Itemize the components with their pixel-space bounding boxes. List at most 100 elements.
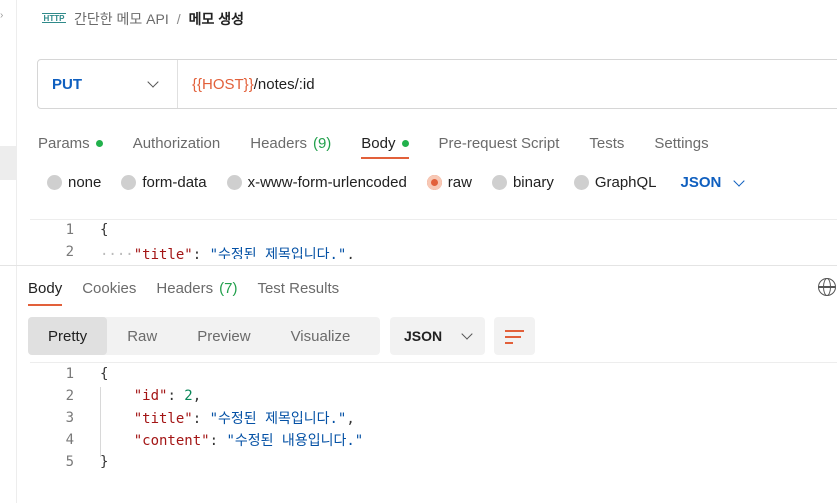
breadcrumb-separator: /	[176, 11, 181, 27]
view-raw[interactable]: Raw	[107, 317, 177, 355]
response-body-viewer[interactable]: 1 { 2 "id": 2, 3 "title": "수정된 제목입니다.", …	[30, 362, 837, 476]
request-title[interactable]: 메모 생성	[189, 9, 244, 29]
url-input[interactable]: {{HOST}}/notes/:id	[178, 76, 315, 93]
tab-count: (9)	[312, 134, 332, 152]
tab-label: Body	[28, 279, 63, 297]
breadcrumb-parent[interactable]: 간단한 메모 API	[74, 9, 169, 29]
http-icon-label: HTTP	[42, 13, 66, 23]
response-tab-cookies[interactable]: Cookies	[82, 274, 136, 302]
response-view-switcher: Pretty Raw Preview Visualize	[28, 317, 380, 355]
line-number: 1	[65, 366, 74, 382]
line-number: 4	[65, 432, 74, 448]
radio-graphql[interactable]: GraphQL	[573, 174, 657, 191]
response-tabs: Body Cookies Headers (7) Test Results	[28, 274, 339, 306]
tab-label: Test Results	[257, 279, 340, 297]
code-text: {	[100, 222, 109, 238]
radio-label: form-data	[142, 174, 207, 191]
view-label: Preview	[197, 327, 251, 345]
editor-line: 3 "title": "수정된 제목입니다.",	[30, 407, 355, 429]
code-text: }	[100, 454, 109, 470]
body-format-dropdown[interactable]: JSON	[680, 174, 746, 191]
active-indicator-dot	[95, 139, 103, 147]
left-sidebar-strip: ›	[0, 0, 17, 503]
view-visualize[interactable]: Visualize	[271, 317, 371, 355]
breadcrumb: HTTP 간단한 메모 API / 메모 생성	[42, 6, 244, 32]
url-bar: PUT {{HOST}}/notes/:id	[37, 59, 837, 109]
request-tabs: Params Authorization Headers (9) Body Pr…	[38, 128, 709, 159]
chevron-down-icon	[461, 328, 473, 340]
code-text: "id": 2,	[133, 388, 202, 404]
radio-form-data[interactable]: form-data	[121, 174, 207, 191]
tab-body[interactable]: Body	[361, 128, 409, 159]
body-type-options: none form-data x-www-form-urlencoded raw…	[47, 174, 746, 191]
tab-pre-request-script[interactable]: Pre-request Script	[439, 128, 560, 158]
wrap-lines-button[interactable]	[494, 317, 535, 355]
method-label: PUT	[52, 75, 82, 93]
sidebar-selected-indicator	[0, 146, 17, 180]
code-text: "content": "수정된 내용입니다."	[133, 433, 364, 449]
editor-line: 2 ····"title": "수정된 제목입니다.",	[30, 244, 355, 259]
tab-count: (7)	[219, 279, 238, 297]
line-number: 5	[65, 454, 74, 470]
active-indicator-dot	[401, 139, 409, 147]
json-key: "title"	[133, 247, 193, 259]
tab-tests[interactable]: Tests	[589, 128, 624, 158]
view-label: Raw	[127, 327, 158, 345]
json-value: "수정된 제목입니다."	[209, 411, 347, 427]
code-text: "title": "수정된 제목입니다.",	[133, 411, 355, 427]
radio-circle-icon	[573, 175, 589, 190]
globe-icon[interactable]	[818, 278, 836, 296]
tab-label: Pre-request Script	[438, 134, 560, 152]
tab-label: Authorization	[132, 134, 221, 152]
tab-label: Settings	[654, 134, 709, 152]
radio-circle-icon	[226, 175, 242, 190]
radio-circle-icon	[121, 175, 137, 190]
json-key: "title"	[133, 411, 193, 427]
radio-label: GraphQL	[594, 174, 657, 191]
view-label: Visualize	[290, 327, 351, 345]
body-format-label: JSON	[680, 174, 722, 191]
editor-line: 2 "id": 2,	[30, 385, 202, 407]
tab-label: Headers	[250, 134, 307, 152]
editor-line: 1 {	[30, 363, 109, 385]
tab-label: Body	[361, 134, 396, 152]
url-variable: {{HOST}}	[192, 75, 254, 93]
json-value: 2	[184, 388, 193, 404]
code-text: ····"title": "수정된 제목입니다.",	[74, 244, 355, 259]
pane-divider[interactable]	[0, 265, 837, 266]
method-selector[interactable]: PUT	[38, 60, 178, 108]
radio-circle-icon	[491, 175, 507, 190]
radio-label: none	[68, 174, 102, 191]
response-format-dropdown[interactable]: JSON	[390, 317, 485, 355]
radio-circle-icon	[47, 175, 62, 190]
response-tab-body[interactable]: Body	[28, 274, 63, 306]
radio-selected-icon	[426, 175, 442, 190]
tab-label: Params	[38, 134, 90, 152]
radio-none[interactable]: none	[47, 174, 101, 191]
line-number: 3	[65, 410, 74, 426]
tab-headers[interactable]: Headers (9)	[250, 128, 331, 158]
tab-params[interactable]: Params	[38, 128, 103, 158]
tab-label: Cookies	[82, 279, 137, 297]
response-format-label: JSON	[404, 328, 443, 344]
radio-raw[interactable]: raw	[426, 174, 472, 191]
editor-line: 4 "content": "수정된 내용입니다."	[30, 429, 364, 451]
response-tab-headers[interactable]: Headers (7)	[156, 274, 237, 302]
line-number: 2	[65, 244, 74, 259]
json-value: "수정된 내용입니다."	[226, 433, 364, 449]
tab-authorization[interactable]: Authorization	[133, 128, 221, 158]
view-preview[interactable]: Preview	[177, 317, 270, 355]
http-request-icon: HTTP	[42, 9, 66, 29]
request-body-editor[interactable]: 1 { 2 ····"title": "수정된 제목입니다.",	[30, 219, 837, 259]
json-punct: ,	[192, 388, 202, 404]
json-key: "content"	[133, 433, 210, 449]
editor-line: 1 {	[30, 222, 109, 244]
response-tab-test-results[interactable]: Test Results	[257, 274, 339, 302]
radio-binary[interactable]: binary	[491, 174, 554, 191]
radio-x-www-form-urlencoded[interactable]: x-www-form-urlencoded	[226, 174, 407, 191]
tab-settings[interactable]: Settings	[654, 128, 708, 158]
collapse-handle-icon[interactable]: ›	[0, 11, 4, 21]
view-pretty[interactable]: Pretty	[28, 317, 108, 355]
code-text: {	[100, 366, 109, 382]
json-key: "id"	[133, 388, 168, 404]
